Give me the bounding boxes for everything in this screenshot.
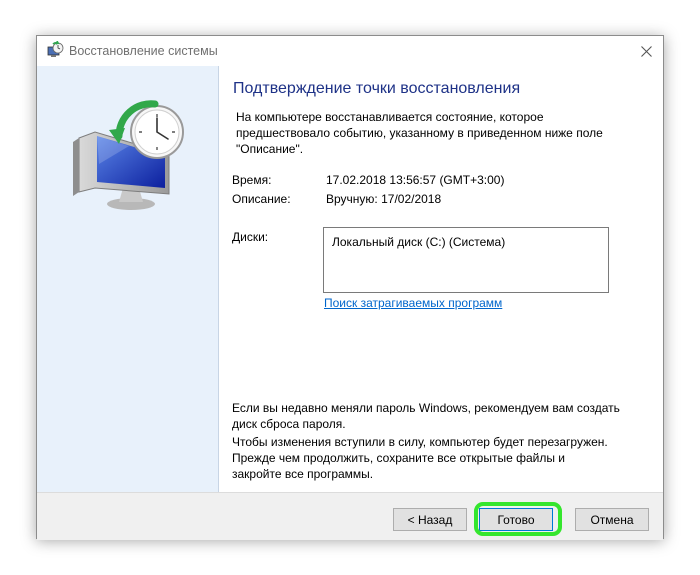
window-title: Восстановление системы xyxy=(69,44,218,58)
disks-list[interactable]: Локальный диск (C:) (Система) xyxy=(323,227,609,293)
note-line: Чтобы изменения вступили в силу, компьют… xyxy=(232,435,608,449)
note-line: Если вы недавно меняли пароль Windows, р… xyxy=(232,401,620,415)
page-heading: Подтверждение точки восстановления xyxy=(233,80,521,97)
title-bar: Восстановление системы xyxy=(37,36,663,66)
intro-line: На компьютере восстанавливается состояни… xyxy=(236,110,544,124)
close-button[interactable] xyxy=(629,36,663,66)
close-icon xyxy=(640,45,652,57)
time-label: Время: xyxy=(232,173,272,187)
monitor-clock-restore-icon xyxy=(73,100,184,210)
affected-programs-link[interactable]: Поиск затрагиваемых программ xyxy=(324,296,502,310)
restart-note: Чтобы изменения вступили в силу, компьют… xyxy=(232,434,652,482)
system-restore-icon xyxy=(47,41,64,57)
content-panel: Подтверждение точки восстановления На ко… xyxy=(219,66,665,492)
disks-label: Диски: xyxy=(232,230,269,244)
note-line: закройте все программы. xyxy=(232,467,374,481)
intro-text: На компьютере восстанавливается состояни… xyxy=(236,109,636,157)
intro-line: предшествовало событию, указанному в при… xyxy=(236,126,603,140)
list-item: Локальный диск (C:) (Система) xyxy=(332,235,506,249)
note-line: диск сброса пароля. xyxy=(232,417,346,431)
description-label: Описание: xyxy=(232,192,291,206)
time-value: 17.02.2018 13:56:57 (GMT+3:00) xyxy=(326,173,505,187)
description-value: Вручную: 17/02/2018 xyxy=(326,192,442,206)
back-button[interactable]: < Назад xyxy=(393,508,467,531)
button-bar: < Назад Готово Отмена xyxy=(37,492,663,540)
note-line: Прежде чем продолжить, сохраните все отк… xyxy=(232,451,565,465)
system-restore-window: Восстановление системы Подтверждение точ… xyxy=(36,35,665,540)
sidebar-panel xyxy=(37,66,219,492)
password-note: Если вы недавно меняли пароль Windows, р… xyxy=(232,400,652,432)
intro-line: "Описание". xyxy=(236,142,304,156)
finish-button[interactable]: Готово xyxy=(479,508,553,531)
cancel-button[interactable]: Отмена xyxy=(575,508,649,531)
